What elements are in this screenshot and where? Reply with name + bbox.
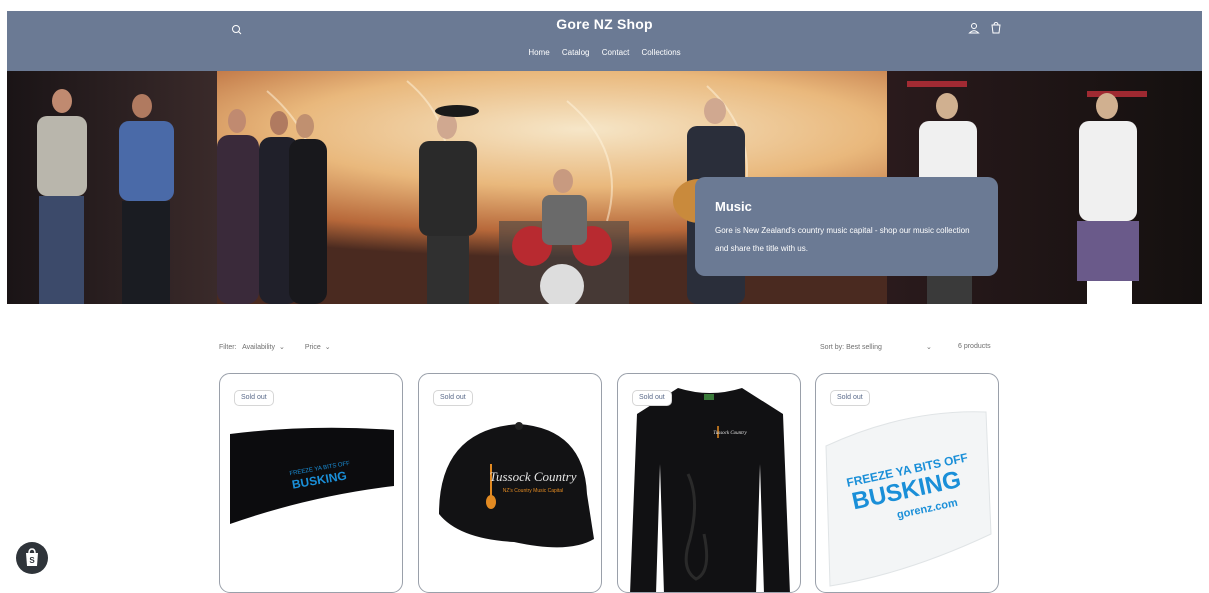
product-image: FREEZE YA BITS OFF BUSKING xyxy=(230,427,394,524)
banner-photo xyxy=(7,71,1202,304)
collection-title: Music xyxy=(715,199,752,214)
site-title[interactable]: Gore NZ Shop xyxy=(7,16,1202,32)
sold-out-badge: Sold out xyxy=(830,390,870,406)
sort-select[interactable]: Best selling xyxy=(846,344,924,351)
chevron-down-icon[interactable]: ⌄ xyxy=(926,344,932,351)
product-image: Tussock Country xyxy=(630,388,790,592)
sold-out-badge: Sold out xyxy=(234,390,274,406)
nav-contact[interactable]: Contact xyxy=(602,48,630,57)
sold-out-badge: Sold out xyxy=(632,390,672,406)
product-card[interactable]: Sold out FREEZE YA BITS OFF BUSKING gore… xyxy=(815,373,999,593)
shopify-icon: S xyxy=(26,548,38,566)
product-card[interactable]: Sold out FREEZE YA BITS OFF BUSKING xyxy=(219,373,403,593)
svg-text:S: S xyxy=(29,556,35,565)
nav-home[interactable]: Home xyxy=(528,48,549,57)
sort-value: Best selling xyxy=(846,344,882,351)
account-icon xyxy=(968,23,980,34)
product-print-line1: Tussock Country xyxy=(713,431,747,436)
filter-bar: Filter: Availability ⌄ Price ⌄ xyxy=(219,343,349,351)
price-filter[interactable]: Price ⌄ xyxy=(305,344,335,351)
collection-banner: Music Gore is New Zealand's country musi… xyxy=(7,71,1202,304)
shopify-button[interactable]: S xyxy=(16,542,48,574)
product-image: Tussock Country NZ's Country Music Capit… xyxy=(439,422,594,548)
product-image: FREEZE YA BITS OFF BUSKING gorenz.com xyxy=(825,411,992,587)
cart-icon xyxy=(991,21,1001,34)
price-filter-label: Price xyxy=(304,344,321,351)
main-nav: Home Catalog Contact Collections xyxy=(7,48,1202,57)
product-print-line1: Tussock Country xyxy=(489,469,576,484)
sold-out-badge: Sold out xyxy=(433,390,473,406)
product-count: 6 products xyxy=(958,343,991,350)
product-card[interactable]: Sold out Tussock Country xyxy=(617,373,801,593)
chevron-down-icon: ⌄ xyxy=(279,344,285,351)
cart-button[interactable] xyxy=(985,17,1007,39)
product-print-line2: NZ's Country Music Capital xyxy=(503,488,563,494)
banner-text-box: Music Gore is New Zealand's country musi… xyxy=(695,177,998,276)
availability-filter[interactable]: Availability ⌄ xyxy=(242,344,289,351)
availability-filter-label: Availability xyxy=(242,344,276,351)
product-card[interactable]: Sold out Tussock Country NZ's Country Mu… xyxy=(418,373,602,593)
sort-label: Sort by: xyxy=(820,344,845,351)
filter-label: Filter: xyxy=(219,344,237,351)
collection-description: Gore is New Zealand's country music capi… xyxy=(715,226,970,253)
sort-bar: Sort by: Best selling ⌄ xyxy=(820,343,932,351)
chevron-down-icon: ⌄ xyxy=(324,344,331,351)
nav-collections[interactable]: Collections xyxy=(642,48,681,57)
account-button[interactable] xyxy=(963,17,985,39)
site-header: Gore NZ Shop Home Catalog Contact Collec… xyxy=(7,11,1202,71)
nav-catalog[interactable]: Catalog xyxy=(562,48,590,57)
